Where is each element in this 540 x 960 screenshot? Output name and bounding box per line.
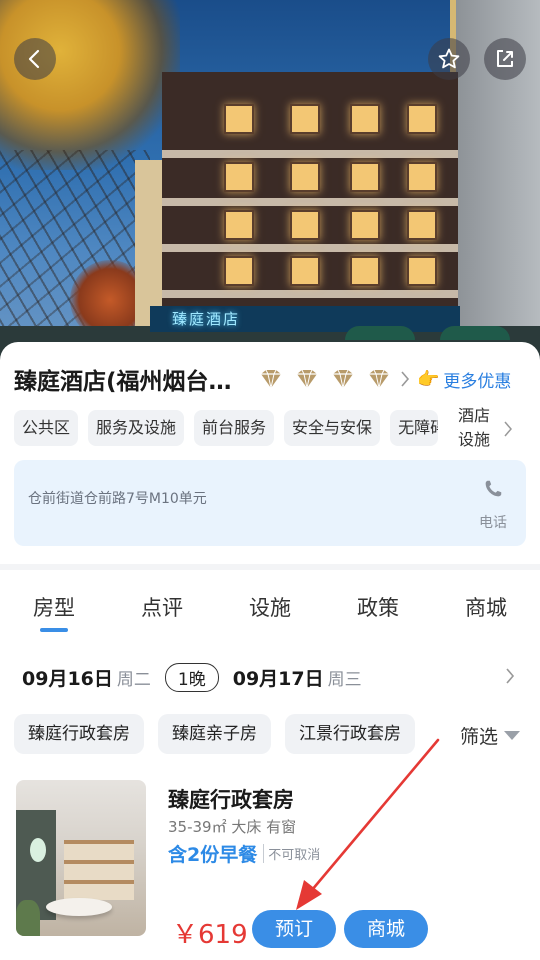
chevron-right-icon[interactable]	[399, 369, 411, 389]
umbrella	[345, 326, 415, 340]
chevron-right-icon	[506, 668, 515, 684]
diamond-icon	[369, 369, 389, 389]
window	[350, 162, 380, 192]
nights-badge: 1晚	[164, 662, 219, 692]
window	[290, 162, 320, 192]
tab-policies[interactable]: 政策	[324, 570, 432, 642]
caret-down-icon	[504, 731, 521, 740]
window	[350, 104, 380, 134]
window	[290, 210, 320, 240]
checkout-date: 09月17日	[232, 667, 324, 690]
window	[224, 162, 254, 192]
facility-chip[interactable]: 无障碍	[390, 410, 439, 446]
section-tabs: 房型 点评 设施 政策 商城	[0, 570, 540, 642]
tab-facilities[interactable]: 设施	[216, 570, 324, 642]
share-icon	[497, 50, 513, 67]
share-button[interactable]	[484, 38, 526, 80]
checkin-date: 09月16日	[22, 667, 113, 690]
filter-label: 筛选	[460, 726, 499, 748]
window	[407, 210, 437, 240]
room-type-filters: 臻庭行政套房 臻庭亲子房 江景行政套房	[14, 714, 454, 754]
facility-chip[interactable]: 公共区	[14, 410, 79, 446]
hotel-detail-page: 臻庭酒店 臻庭酒店(福州烟台… 👉 更多优惠 公共区 服务及设施 前台服务 安全…	[0, 0, 540, 960]
room-photo[interactable]	[16, 780, 146, 936]
room-filter-chip[interactable]: 江景行政套房	[285, 714, 415, 754]
hotel-info-card: 臻庭酒店(福州烟台… 👉 更多优惠 公共区 服务及设施 前台服务 安全与安保 无…	[0, 342, 540, 564]
facility-chip[interactable]: 前台服务	[194, 410, 275, 446]
umbrella	[440, 326, 510, 340]
diamond-icon	[333, 369, 353, 389]
room-plant	[16, 900, 40, 936]
favorite-button[interactable]	[428, 38, 470, 80]
floor-band	[162, 290, 458, 298]
facility-chip[interactable]: 服务及设施	[88, 410, 185, 446]
chevron-left-icon	[28, 49, 40, 69]
phone-icon	[485, 480, 502, 497]
window	[290, 104, 320, 134]
floor-band	[162, 244, 458, 252]
window	[224, 210, 254, 240]
room-filter-chip[interactable]: 臻庭亲子房	[158, 714, 271, 754]
mall-button[interactable]: 商城	[344, 910, 428, 948]
tab-room-types[interactable]: 房型	[0, 570, 108, 642]
floor-band	[162, 150, 458, 158]
facility-chips: 公共区 服务及设施 前台服务 安全与安保 无障碍	[14, 410, 454, 446]
window	[224, 256, 254, 286]
address-box[interactable]: 仓前街道仓前路7号M10单元 电话	[14, 460, 526, 546]
chevron-right-icon[interactable]	[503, 420, 513, 438]
room-spec: 35-39㎡ 大床 有窗	[168, 818, 297, 836]
room-shelf	[64, 840, 134, 900]
more-deals-label: 更多优惠	[443, 371, 512, 392]
booking-section: 09月16日 周二 1晚 09月17日 周三 臻庭行政套房 臻庭亲子房 江景行政…	[0, 642, 540, 960]
room-price: ￥619	[172, 920, 248, 950]
more-deals-link[interactable]: 👉 更多优惠	[417, 367, 511, 392]
phone-label: 电话	[479, 515, 507, 531]
room-name[interactable]: 臻庭行政套房	[168, 784, 294, 814]
diamond-icon	[261, 369, 281, 389]
window	[407, 256, 437, 286]
window	[407, 104, 437, 134]
window	[290, 256, 320, 286]
floor-band	[162, 198, 458, 206]
filter-button[interactable]: 筛选	[460, 722, 521, 749]
checkin-weekday: 周二	[116, 669, 151, 690]
diamond-icon	[297, 369, 317, 389]
checkout-weekday: 周三	[327, 669, 362, 690]
breakfast-info: 含2份早餐	[168, 844, 258, 866]
tab-reviews[interactable]: 点评	[108, 570, 216, 642]
date-selector[interactable]: 09月16日 周二 1晚 09月17日 周三	[22, 662, 520, 692]
address-text: 仓前街道仓前路7号M10单元	[28, 491, 207, 507]
back-button[interactable]	[14, 38, 56, 80]
tab-mall[interactable]: 商城	[432, 570, 540, 642]
star-icon	[438, 48, 460, 69]
window	[224, 104, 254, 134]
hotel-facilities-link[interactable]: 酒店设施	[458, 404, 498, 452]
book-button[interactable]: 预订	[252, 910, 336, 948]
hotel-photo[interactable]: 臻庭酒店	[0, 0, 540, 360]
diamond-rating[interactable]	[259, 369, 391, 389]
hotel-name[interactable]: 臻庭酒店(福州烟台…	[14, 362, 249, 396]
cancel-policy: 不可取消	[263, 844, 320, 863]
tree-foliage	[0, 0, 180, 170]
window	[350, 256, 380, 286]
pointing-hand-icon: 👉	[417, 368, 440, 390]
window	[350, 210, 380, 240]
hotel-building	[162, 72, 458, 334]
window	[407, 162, 437, 192]
room-policy-row: 含2份早餐 不可取消	[168, 840, 320, 867]
hotel-sign: 臻庭酒店	[150, 306, 460, 332]
facility-chip[interactable]: 安全与安保	[284, 410, 381, 446]
room-filter-chip[interactable]: 臻庭行政套房	[14, 714, 144, 754]
phone-button[interactable]: 电话	[476, 478, 510, 532]
room-mirror	[30, 838, 46, 862]
title-row: 臻庭酒店(福州烟台… 👉 更多优惠	[14, 362, 540, 396]
room-table	[46, 898, 112, 916]
